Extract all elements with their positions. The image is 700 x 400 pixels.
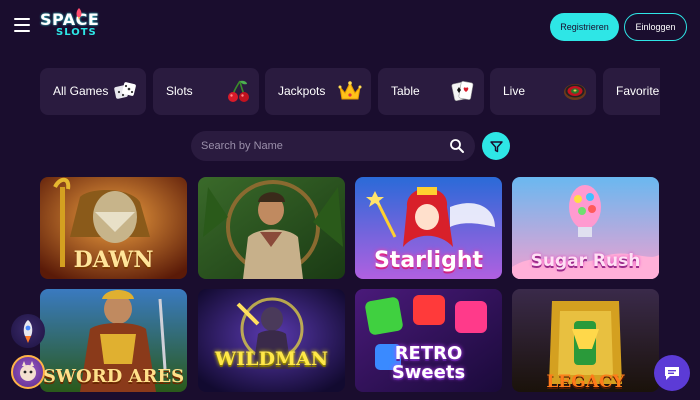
game-title: LEGACY — [546, 372, 625, 392]
category-tabs: All Games Slots Jackpots Table Live Favo… — [40, 68, 660, 116]
game-title: RETRO Sweets — [391, 343, 466, 383]
chat-icon — [665, 367, 679, 380]
tab-label: Favorite — [616, 84, 660, 98]
chat-button[interactable] — [654, 355, 690, 391]
tab-slots[interactable]: Slots — [153, 68, 259, 115]
dice-icon — [114, 82, 136, 99]
game-tile-explorer[interactable] — [198, 177, 345, 279]
tab-label: Table — [391, 84, 420, 98]
game-title: SWORD ARES — [42, 366, 185, 387]
tab-label: Slots — [166, 84, 193, 98]
game-title: Sugar Rush — [530, 251, 641, 271]
filter-button[interactable] — [482, 132, 510, 160]
login-button[interactable]: Einloggen — [624, 13, 687, 41]
game-title: DAWN — [73, 247, 154, 273]
game-tile-dawn[interactable]: DAWN — [40, 177, 187, 279]
mascot-icon — [20, 361, 36, 381]
tab-label: Jackpots — [278, 84, 326, 98]
tab-live[interactable]: Live — [490, 68, 596, 115]
tab-label: Live — [503, 84, 526, 98]
logo-text-slots: SLOTS — [56, 27, 97, 38]
search-input[interactable] — [201, 131, 441, 161]
filter-icon — [489, 140, 503, 152]
game-tile-retro-sweets[interactable]: RETRO Sweets — [355, 289, 502, 392]
tab-favorite[interactable]: Favorite — [603, 68, 660, 115]
search-bar — [191, 131, 475, 161]
hamburger-menu-icon[interactable] — [14, 18, 30, 32]
tab-table[interactable]: Table — [378, 68, 484, 115]
register-button[interactable]: Registrieren — [550, 13, 619, 41]
rocket-icon — [76, 8, 82, 20]
roulette-icon — [564, 84, 586, 100]
tab-jackpots[interactable]: Jackpots — [265, 68, 371, 115]
cards-icon — [451, 81, 474, 101]
rocket-promo-button[interactable] — [11, 314, 45, 348]
rocket-icon — [23, 320, 33, 343]
game-tile-sword-of-ares[interactable]: SWORD ARES — [40, 289, 187, 392]
search-icon[interactable] — [449, 138, 465, 154]
game-title: Starlight — [373, 248, 484, 273]
game-tile-legacy[interactable]: LEGACY — [512, 289, 659, 392]
game-thumbnail — [198, 289, 345, 392]
crown-icon — [338, 81, 362, 100]
logo[interactable]: SPACE SLOTS — [40, 8, 112, 42]
cherries-icon — [228, 80, 249, 102]
game-title: WILDMAN — [214, 348, 329, 370]
game-tile-sugar-rush[interactable]: Sugar Rush — [512, 177, 659, 279]
game-tile-wildman[interactable]: WILDMAN — [198, 289, 345, 392]
header: SPACE SLOTS Registrieren Einloggen — [0, 0, 700, 56]
game-tile-starlight[interactable]: Starlight — [355, 177, 502, 279]
game-thumbnail — [198, 177, 345, 279]
mascot-button[interactable] — [11, 355, 45, 389]
tab-all-games[interactable]: All Games — [40, 68, 146, 115]
tab-label: All Games — [53, 84, 109, 98]
